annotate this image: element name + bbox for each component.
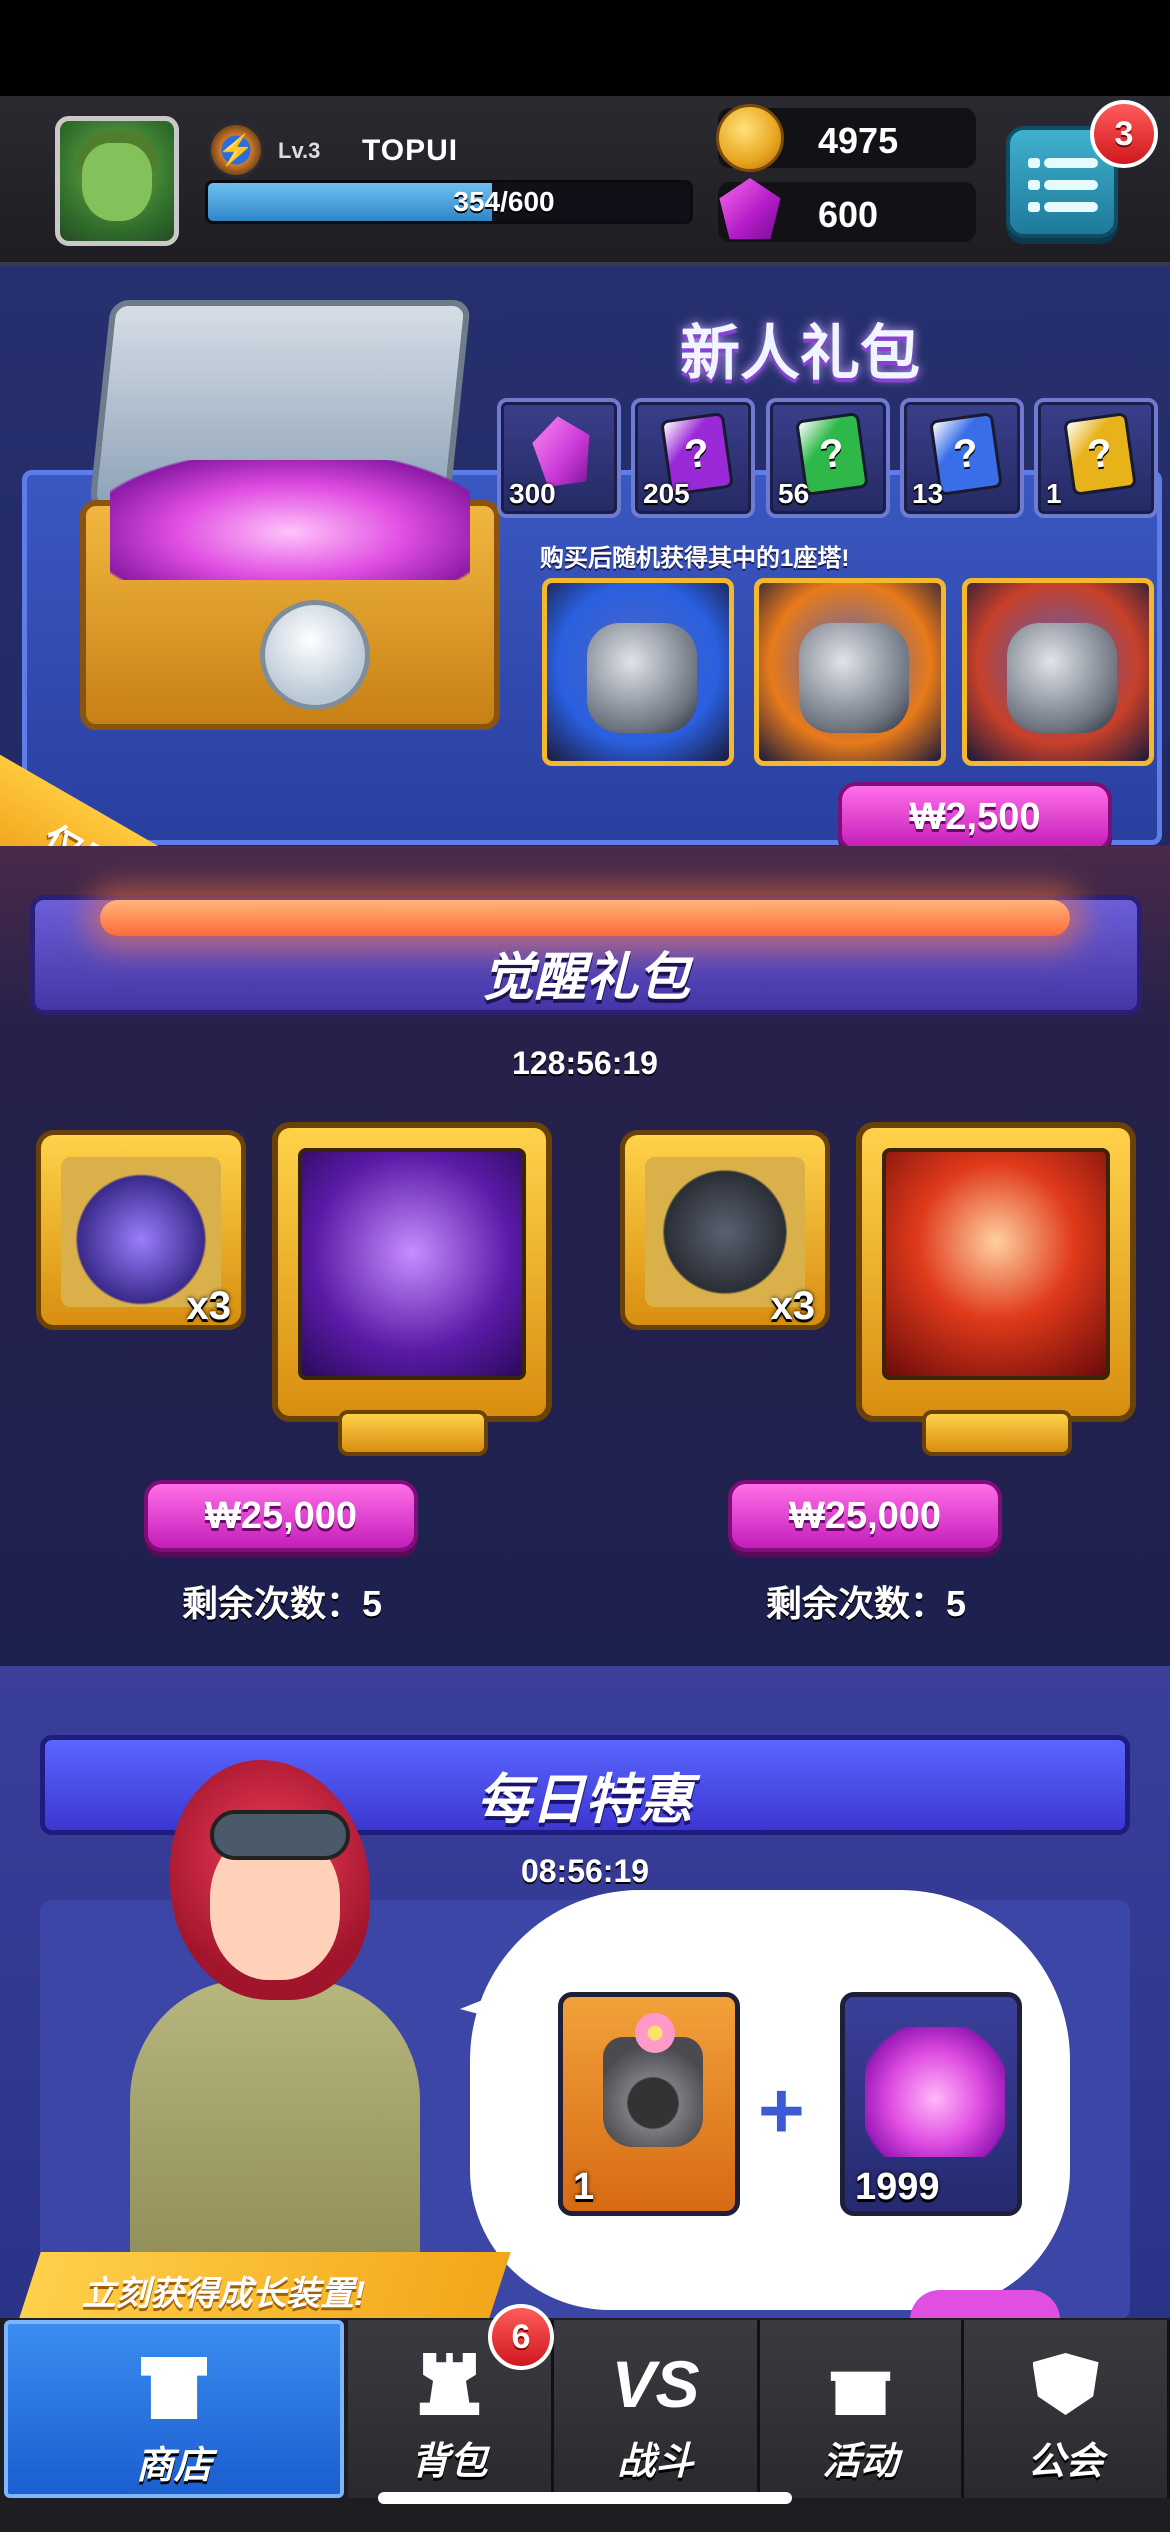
frame-foot bbox=[338, 1410, 488, 1456]
player-avatar[interactable] bbox=[55, 116, 179, 246]
tower-option-card[interactable] bbox=[754, 578, 946, 766]
player-name: TOPUI bbox=[362, 134, 459, 167]
vs-icon: VS bbox=[611, 2347, 700, 2421]
awaken-item-frame[interactable] bbox=[272, 1122, 552, 1456]
guild-shield-icon bbox=[1024, 2348, 1108, 2420]
awaken-pack-buy-button[interactable]: ₩25,000 bbox=[728, 1480, 1002, 1552]
drill-tower-icon bbox=[587, 623, 697, 733]
tab-guild-shield[interactable]: 公会 bbox=[964, 2320, 1170, 2498]
newbie-item-card[interactable]: ? 205 bbox=[631, 398, 755, 518]
gem-icon bbox=[719, 178, 781, 240]
remaining-purchases: 剩余次数：5 bbox=[181, 1583, 383, 1624]
gold-counter[interactable]: 4975 bbox=[716, 104, 976, 172]
tab-label: 活动 bbox=[822, 2441, 899, 2483]
remaining-purchases: 剩余次数：5 bbox=[765, 1583, 967, 1624]
reward-count: 1 bbox=[573, 2166, 595, 2208]
flower-cannon-icon bbox=[603, 2037, 703, 2147]
gold-amount: 4975 bbox=[818, 120, 899, 161]
dna-icon bbox=[298, 1148, 526, 1380]
gold-card-icon: ? bbox=[1063, 411, 1137, 497]
rook-icon bbox=[408, 2348, 492, 2420]
treasure-chest-icon bbox=[60, 300, 500, 760]
tab-label: 公会 bbox=[1027, 2441, 1104, 2483]
item-count: 56 bbox=[778, 478, 810, 509]
gem-amount: 600 bbox=[818, 194, 879, 235]
tab-label: 战斗 bbox=[617, 2441, 694, 2483]
menu-notification-badge: 3 bbox=[1090, 100, 1158, 168]
item-count: 300 bbox=[509, 478, 556, 509]
tab-shop[interactable]: 商店 bbox=[4, 2320, 344, 2498]
growth-device-cta-label: 立刻获得成长装置! bbox=[82, 2275, 366, 2313]
status-bar bbox=[0, 0, 1170, 96]
tab-label: 商店 bbox=[135, 2445, 212, 2487]
level-lightning-icon: ⚡ bbox=[208, 122, 264, 178]
shop-icon bbox=[132, 2352, 216, 2424]
awaken-tower-frame[interactable]: x3 bbox=[620, 1130, 830, 1330]
reward-count: 1999 bbox=[855, 2166, 940, 2208]
cannon-tower-icon bbox=[799, 623, 909, 733]
banner-glow bbox=[100, 900, 1070, 936]
player-header: ⚡ Lv.3 TOPUI 354/600 4975 600 bbox=[0, 96, 1170, 266]
tab-label: 背包 bbox=[411, 2441, 488, 2483]
tower-option-card[interactable] bbox=[542, 578, 734, 766]
player-level: Lv.3 bbox=[278, 138, 321, 163]
home-indicator bbox=[378, 2492, 792, 2504]
plus-icon: + bbox=[758, 2066, 805, 2155]
gift-icon bbox=[819, 2348, 903, 2420]
newbie-item-card[interactable]: 300 bbox=[497, 398, 621, 518]
newbie-pack-buy-button[interactable]: ₩2,500 bbox=[838, 782, 1112, 852]
newbie-pack-title: 新人礼包 bbox=[680, 320, 920, 387]
tab-vs[interactable]: VS 战斗 bbox=[554, 2320, 760, 2498]
frame-foot bbox=[922, 1410, 1072, 1456]
awaken-item-frame[interactable] bbox=[856, 1122, 1136, 1456]
item-count: 1 bbox=[1046, 478, 1062, 509]
item-count: 13 bbox=[912, 478, 944, 509]
awaken-tower-frame[interactable]: x3 bbox=[36, 1130, 246, 1330]
daily-reward-tower-card[interactable]: 1 bbox=[558, 1992, 740, 2216]
awaken-pack-title: 觉醒礼包 bbox=[481, 949, 690, 1007]
newbie-item-card[interactable]: ? 56 bbox=[766, 398, 890, 518]
gold-coin-icon bbox=[716, 104, 784, 172]
daily-reward-gem-card[interactable]: 1999 bbox=[840, 1992, 1022, 2216]
awaken-pack-buy-button[interactable]: ₩25,000 bbox=[144, 1480, 418, 1552]
card-glyph: ? bbox=[1084, 430, 1116, 477]
tab-gift[interactable]: 活动 bbox=[760, 2320, 964, 2498]
rocket-tower-icon bbox=[1007, 623, 1117, 733]
item-count: 205 bbox=[643, 478, 690, 509]
flower-icon bbox=[635, 2013, 675, 2053]
laser-blast-icon bbox=[882, 1148, 1110, 1380]
newbie-item-card[interactable]: ? 1 bbox=[1034, 398, 1158, 518]
daily-deal-timer: 08:56:19 bbox=[520, 1853, 650, 1889]
vs-icon-text: VS bbox=[611, 2347, 700, 2421]
gem-counter[interactable]: 600 bbox=[718, 178, 976, 242]
quantity-multiplier: x3 bbox=[186, 1284, 232, 1328]
random-tower-note: 购买后随机获得其中的1座塔! bbox=[540, 545, 850, 572]
xp-text: 354/600 bbox=[453, 186, 555, 217]
xp-progress-bar: 354/600 bbox=[205, 180, 693, 224]
tower-option-card[interactable] bbox=[962, 578, 1154, 766]
bag-notification-badge: 6 bbox=[488, 2304, 554, 2370]
awaken-pack-timer: 128:56:19 bbox=[512, 1045, 658, 1081]
heroine-character bbox=[100, 1720, 460, 2280]
gem-pile-icon bbox=[865, 2027, 1005, 2157]
newbie-item-card[interactable]: ? 13 bbox=[900, 398, 1024, 518]
quantity-multiplier: x3 bbox=[770, 1284, 816, 1328]
